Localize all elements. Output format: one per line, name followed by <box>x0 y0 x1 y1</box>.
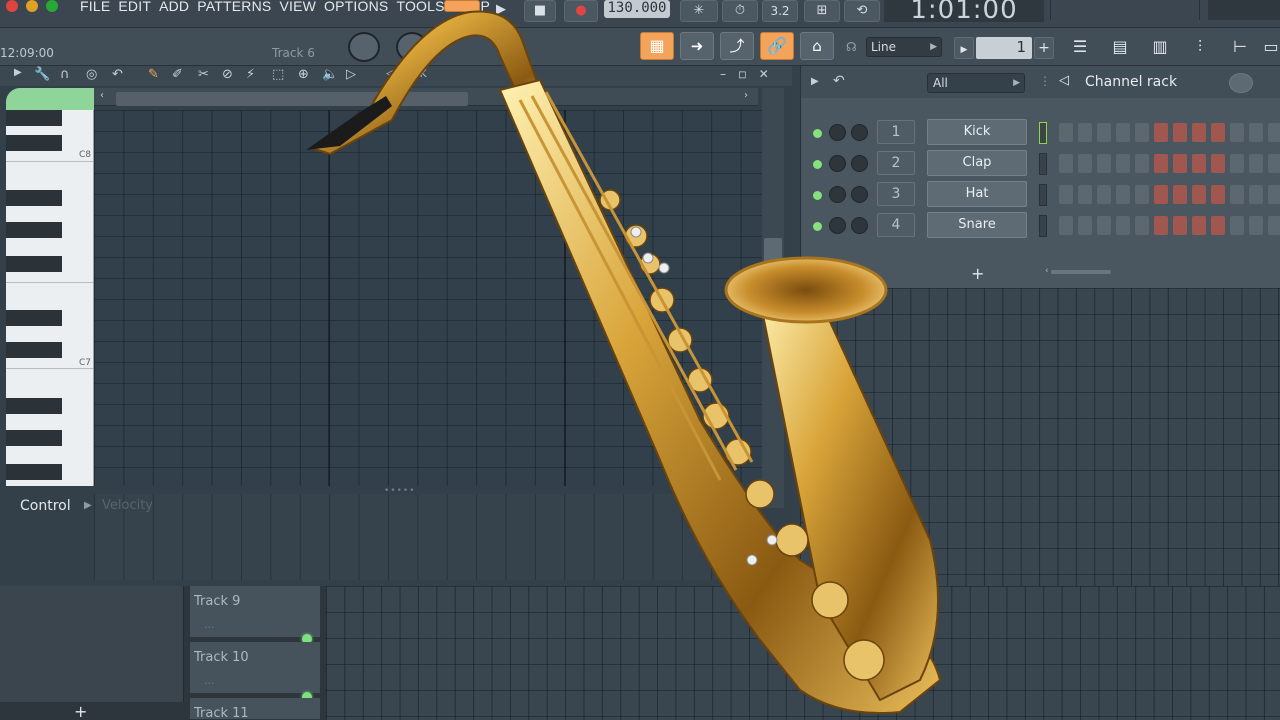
saxophone-bell <box>724 256 888 324</box>
saxophone-overlay <box>306 10 942 715</box>
fl-studio-window: FILE EDIT ADD PATTERNS VIEW OPTIONS TOOL… <box>0 0 1280 720</box>
